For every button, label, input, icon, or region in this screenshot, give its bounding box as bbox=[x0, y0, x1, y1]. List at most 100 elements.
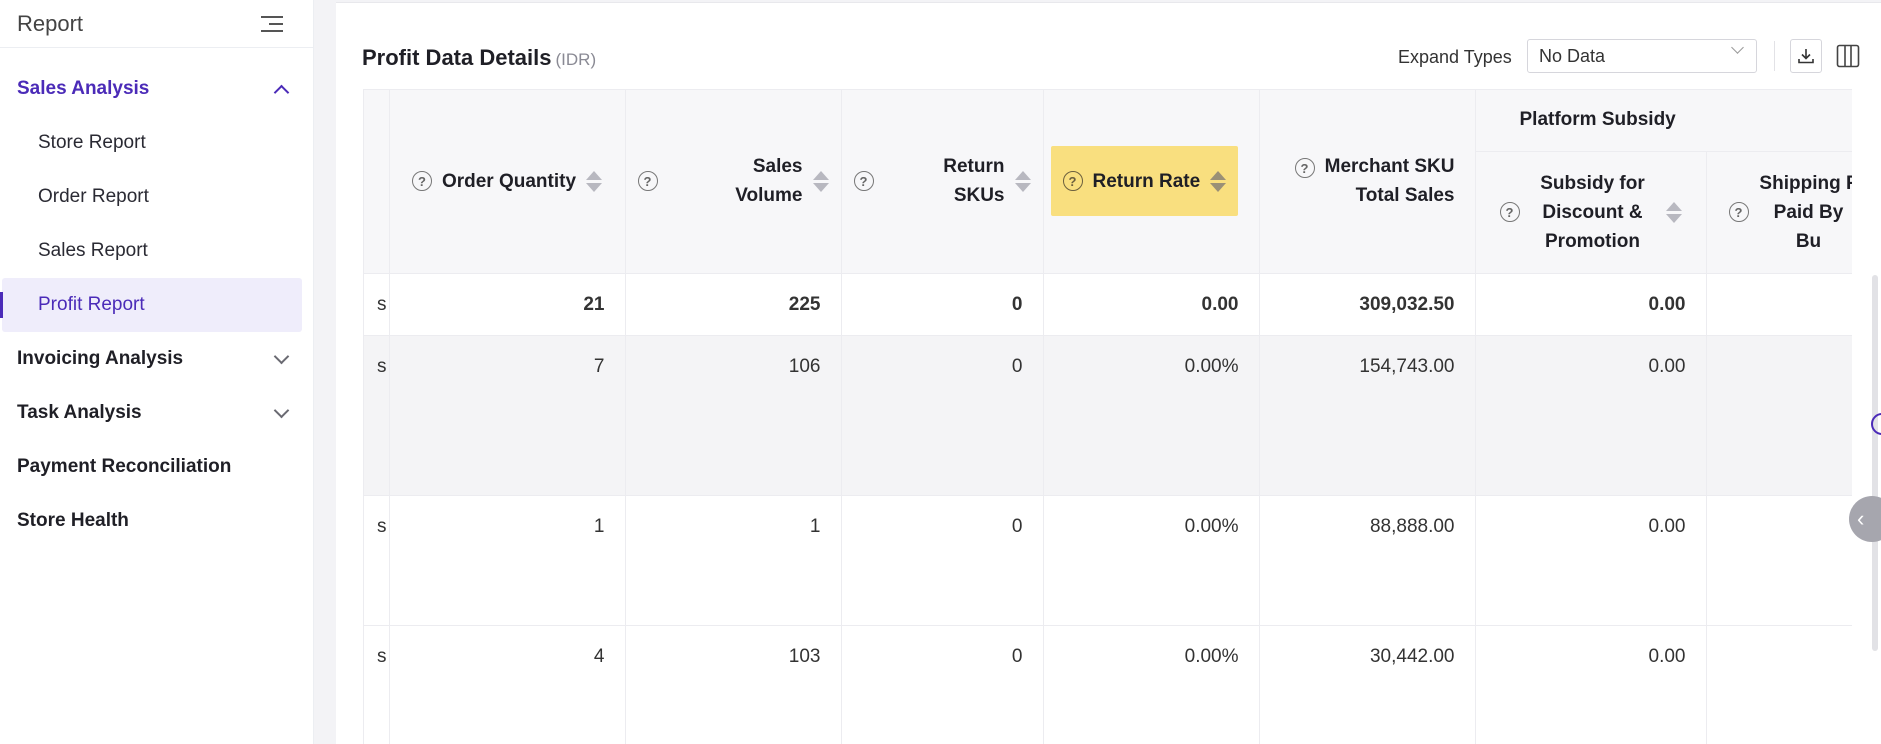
cut-cell: s bbox=[364, 273, 390, 336]
expand-types-value: No Data bbox=[1539, 46, 1606, 66]
header-order-quantity[interactable]: ? Order Quantity bbox=[389, 90, 626, 274]
currency-label: (IDR) bbox=[555, 50, 597, 69]
divider bbox=[1774, 41, 1775, 71]
cell-subsidy: 0.00 bbox=[1475, 273, 1707, 336]
help-icon[interactable]: ? bbox=[1728, 202, 1749, 222]
columns-button[interactable] bbox=[1832, 39, 1864, 73]
vertical-scrollbar[interactable] bbox=[1872, 275, 1878, 651]
chevron-up-icon bbox=[273, 84, 290, 100]
menu-label: Invoicing Analysis bbox=[17, 348, 184, 369]
header-label: Order Quantity bbox=[441, 170, 577, 192]
header-subsidy-discount-promotion[interactable]: ? Subsidy for Discount & Promotion bbox=[1475, 151, 1707, 274]
sort-icon[interactable] bbox=[1665, 201, 1682, 223]
header-label: Sales Volume bbox=[735, 156, 803, 207]
menu-store-health[interactable]: Store Health bbox=[0, 494, 313, 548]
help-icon[interactable]: ? bbox=[1062, 171, 1083, 192]
menu-sales-analysis[interactable]: Sales Analysis bbox=[0, 62, 313, 116]
cut-header bbox=[364, 90, 390, 274]
chevron-left-icon: ‹ bbox=[1857, 506, 1865, 531]
menu-label: Sales Analysis bbox=[17, 78, 150, 99]
cell-sales-volume: 106 bbox=[625, 335, 842, 496]
cell-return-skus: 0 bbox=[841, 273, 1044, 336]
expand-types-select[interactable]: No Data bbox=[1527, 39, 1757, 73]
collapse-panel-button[interactable]: ‹ bbox=[1849, 496, 1881, 542]
cut-cell: s bbox=[364, 335, 390, 496]
profit-table: ? Order Quantity ? Sales Volume ? Return… bbox=[363, 89, 1852, 744]
sidebar: Report Sales Analysis Store Report Order… bbox=[0, 0, 314, 744]
sort-icon[interactable] bbox=[812, 170, 829, 192]
table-row: s 7 106 0 0.00% 154,743.00 0.00 bbox=[364, 335, 1852, 496]
cell-shipping bbox=[1706, 273, 1852, 336]
cell-sales-volume: 225 bbox=[625, 273, 842, 336]
menu-profit-report[interactable]: Profit Report bbox=[0, 278, 302, 332]
help-icon[interactable]: ? bbox=[853, 171, 874, 192]
cell-subsidy: 0.00 bbox=[1475, 335, 1707, 496]
table-row-total: s 21 225 0 0.00 309,032.50 0.00 bbox=[364, 273, 1852, 336]
header-sales-volume[interactable]: ? Sales Volume bbox=[625, 90, 842, 274]
header-label: Subsidy for Discount & Promotion bbox=[1540, 172, 1645, 252]
cell-return-rate: 0.00% bbox=[1043, 495, 1260, 626]
header-label: Return SKUs bbox=[943, 156, 1005, 207]
page-title-text: Profit Data Details bbox=[362, 45, 552, 70]
chevron-down-icon bbox=[1731, 41, 1744, 54]
menu-store-report[interactable]: Store Report bbox=[0, 116, 313, 170]
cut-cell: s bbox=[364, 625, 390, 744]
sort-icon[interactable] bbox=[586, 170, 603, 192]
cell-return-skus: 0 bbox=[841, 625, 1044, 744]
cell-subsidy: 0.00 bbox=[1475, 625, 1707, 744]
cell-shipping bbox=[1706, 625, 1852, 744]
header-return-skus[interactable]: ? Return SKUs bbox=[841, 90, 1044, 274]
header-platform-subsidy: Platform Subsidy bbox=[1475, 90, 1852, 152]
menu-invoicing-analysis[interactable]: Invoicing Analysis bbox=[0, 332, 313, 386]
cell-merchant-sku-total-sales: 30,442.00 bbox=[1259, 625, 1476, 744]
menu-sales-report[interactable]: Sales Report bbox=[0, 224, 313, 278]
table-row: s 4 103 0 0.00% 30,442.00 0.00 bbox=[364, 625, 1852, 744]
header-label: Platform Subsidy bbox=[1519, 109, 1676, 131]
help-icon[interactable]: ? bbox=[637, 171, 658, 192]
cell-return-skus: 0 bbox=[841, 495, 1044, 626]
menu-label: Store Health bbox=[17, 510, 129, 531]
header-label: Return Rate bbox=[1092, 170, 1201, 192]
cell-sales-volume: 103 bbox=[625, 625, 842, 744]
help-icon[interactable]: ? bbox=[1294, 158, 1315, 179]
header-shipping-paid-by-buyer[interactable]: ? Shipping F Paid By Bu bbox=[1706, 151, 1852, 274]
sort-icon[interactable] bbox=[1014, 170, 1031, 192]
cell-shipping bbox=[1706, 495, 1852, 626]
sidebar-title: Report bbox=[17, 10, 84, 36]
header-return-rate[interactable]: ? Return Rate bbox=[1043, 90, 1260, 274]
main-panel: Profit Data Details (IDR) Expand Types No… bbox=[336, 2, 1881, 744]
cell-merchant-sku-total-sales: 309,032.50 bbox=[1259, 273, 1476, 336]
header-label: Merchant SKU Total Sales bbox=[1324, 156, 1455, 207]
cell-return-rate: 0.00% bbox=[1043, 625, 1260, 744]
columns-icon bbox=[1836, 44, 1860, 68]
menu-order-report[interactable]: Order Report bbox=[0, 170, 313, 224]
toolbar: Profit Data Details (IDR) Expand Types No… bbox=[362, 39, 1881, 79]
cell-subsidy: 0.00 bbox=[1475, 495, 1707, 626]
cell-order-quantity: 4 bbox=[389, 625, 626, 744]
expand-types-label: Expand Types bbox=[1398, 47, 1512, 67]
cell-order-quantity: 1 bbox=[389, 495, 626, 626]
menu-payment-reconciliation[interactable]: Payment Reconciliation bbox=[0, 440, 313, 494]
chevron-down-icon bbox=[273, 402, 290, 418]
cell-sales-volume: 1 bbox=[625, 495, 842, 626]
download-icon bbox=[1798, 49, 1814, 64]
cell-return-rate: 0.00% bbox=[1043, 335, 1260, 496]
chevron-down-icon bbox=[273, 348, 290, 364]
help-icon[interactable]: ? bbox=[411, 171, 432, 192]
cell-order-quantity: 21 bbox=[389, 273, 626, 336]
page-title: Profit Data Details (IDR) bbox=[362, 45, 596, 71]
return-rate-highlight: ? Return Rate bbox=[1050, 146, 1239, 217]
collapse-sidebar-icon[interactable] bbox=[261, 15, 283, 33]
menu-label: Payment Reconciliation bbox=[17, 456, 232, 477]
sort-icon[interactable] bbox=[1210, 170, 1227, 192]
cell-return-skus: 0 bbox=[841, 335, 1044, 496]
cell-shipping bbox=[1706, 335, 1852, 496]
header-merchant-sku-total-sales[interactable]: ? Merchant SKU Total Sales bbox=[1259, 90, 1476, 274]
table-row: s 1 1 0 0.00% 88,888.00 0.00 bbox=[364, 495, 1852, 626]
menu-task-analysis[interactable]: Task Analysis bbox=[0, 386, 313, 440]
download-button[interactable] bbox=[1790, 39, 1822, 73]
cell-return-rate: 0.00 bbox=[1043, 273, 1260, 336]
help-icon[interactable]: ? bbox=[1499, 202, 1520, 222]
sidebar-header: Report bbox=[0, 0, 313, 48]
header-label: Shipping F Paid By Bu bbox=[1759, 172, 1852, 252]
